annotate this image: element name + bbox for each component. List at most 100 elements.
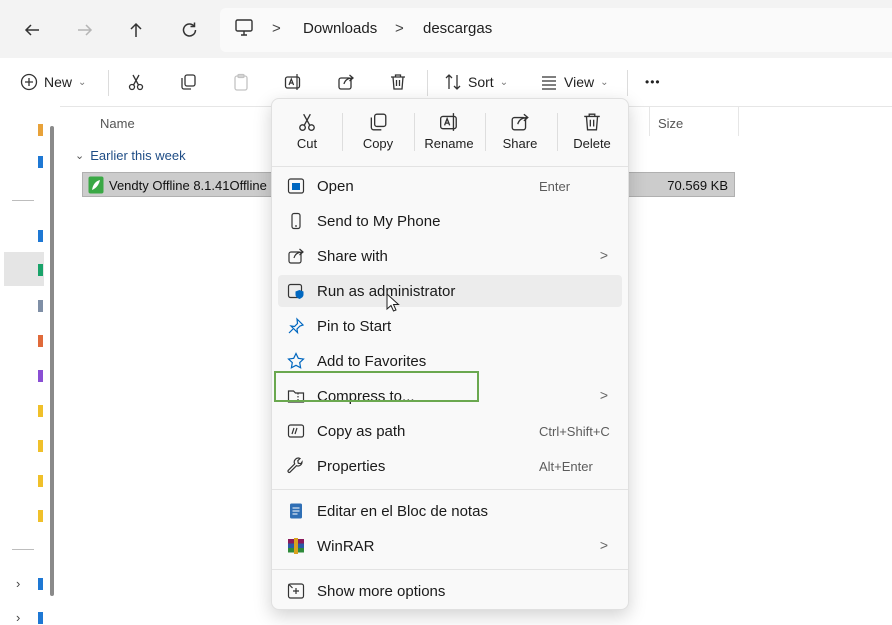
sort-label: Sort: [468, 74, 494, 90]
menu-item-label: Send to My Phone: [317, 213, 441, 230]
address-bar: > Downloads > descargas: [0, 0, 892, 58]
nav-music-icon[interactable]: [38, 370, 43, 382]
nav-thispc-icon[interactable]: [38, 578, 43, 590]
menu-item-share-with[interactable]: Share with >: [278, 240, 622, 272]
breadcrumb-descargas[interactable]: descargas: [423, 20, 492, 37]
quick-action-divider: [342, 113, 343, 151]
wrench-icon: [287, 457, 305, 475]
menu-item-label: Show more options: [317, 583, 446, 600]
share-toolbar-button[interactable]: [337, 71, 355, 93]
toolbar-divider: [108, 70, 109, 96]
context-menu: Cut Copy Rename Share Delete Open Enter …: [271, 98, 629, 610]
paste-toolbar-button[interactable]: [232, 71, 250, 93]
menu-item-properties[interactable]: Properties Alt+Enter: [278, 450, 622, 482]
forward-arrow-icon[interactable]: [72, 17, 98, 43]
nav-gallery-icon[interactable]: [38, 156, 43, 168]
scissors-icon: [128, 74, 144, 91]
file-size: 70.569 KB: [667, 178, 728, 193]
column-header-size[interactable]: Size: [658, 116, 683, 131]
share-label: Share: [502, 136, 538, 151]
nav-desktop-icon[interactable]: [38, 230, 43, 242]
nav-divider: [12, 549, 34, 550]
menu-item-pin-to-start[interactable]: Pin to Start: [278, 310, 622, 342]
view-button[interactable]: View ⌄: [540, 71, 608, 93]
menu-separator: [272, 166, 628, 167]
menu-item-shortcut: Alt+Enter: [539, 459, 593, 474]
menu-item-shortcut: Ctrl+Shift+C: [539, 424, 610, 439]
cut-button[interactable]: Cut: [274, 109, 340, 161]
winrar-icon: [287, 537, 305, 555]
rename-toolbar-button[interactable]: [284, 71, 302, 93]
trash-icon: [584, 113, 600, 131]
nav-scrollbar[interactable]: [50, 126, 54, 596]
computer-icon: [234, 19, 254, 37]
notepad-icon: [287, 502, 305, 520]
star-icon: [287, 352, 305, 370]
highlight-box: [274, 371, 479, 402]
mouse-cursor-icon: [386, 293, 400, 313]
address-field[interactable]: > Downloads > descargas: [220, 8, 892, 52]
quick-action-divider: [557, 113, 558, 151]
menu-item-open[interactable]: Open Enter: [278, 170, 622, 202]
menu-item-send-to-phone[interactable]: Send to My Phone: [278, 205, 622, 237]
phone-icon: [287, 212, 305, 230]
copy-icon: [181, 74, 196, 90]
copy-label: Copy: [362, 136, 394, 151]
shield-icon: [287, 282, 305, 300]
cut-toolbar-button[interactable]: [127, 71, 145, 93]
cut-label: Cut: [296, 136, 318, 151]
open-icon: [287, 177, 305, 195]
delete-button[interactable]: Delete: [559, 109, 625, 161]
new-label: New: [44, 74, 73, 90]
nav-folder-icon[interactable]: [38, 405, 43, 417]
sort-arrows-icon: [445, 74, 461, 90]
column-header-name[interactable]: Name: [100, 116, 135, 131]
back-arrow-icon[interactable]: [19, 17, 45, 43]
file-name: Vendty Offline 8.1.41Offline: [109, 178, 267, 193]
menu-item-run-as-admin[interactable]: Run as administrator: [278, 275, 622, 307]
refresh-icon[interactable]: [176, 17, 202, 43]
nav-home-icon[interactable]: [38, 124, 43, 136]
menu-item-copy-as-path[interactable]: Copy as path Ctrl+Shift+C: [278, 415, 622, 447]
rename-button[interactable]: Rename: [416, 109, 482, 161]
toolbar-divider: [427, 70, 428, 96]
breadcrumb-separator: >: [395, 20, 404, 37]
menu-item-winrar[interactable]: WinRAR >: [278, 530, 622, 562]
chevron-right-icon[interactable]: ›: [16, 576, 20, 591]
up-arrow-icon[interactable]: [123, 17, 149, 43]
menu-item-label: Open: [317, 178, 354, 195]
scissors-icon: [299, 113, 315, 131]
chevron-right-icon[interactable]: ›: [16, 610, 20, 625]
chevron-right-icon: >: [599, 387, 608, 403]
new-button[interactable]: New ⌄: [20, 71, 86, 93]
menu-item-show-more-options[interactable]: Show more options: [278, 575, 622, 607]
copy-toolbar-button[interactable]: [179, 71, 197, 93]
menu-item-label: Add to Favorites: [317, 353, 427, 370]
chevron-down-icon: ⌄: [75, 150, 85, 162]
share-button[interactable]: Share: [487, 109, 553, 161]
nav-divider: [12, 200, 34, 201]
pin-icon: [287, 317, 305, 335]
nav-folder-icon[interactable]: [38, 475, 43, 487]
menu-item-shortcut: Enter: [539, 179, 571, 194]
clipboard-icon: [234, 73, 248, 91]
nav-folder-icon[interactable]: [38, 440, 43, 452]
menu-item-notepad[interactable]: Editar en el Bloc de notas: [278, 495, 622, 527]
group-header[interactable]: ⌄ Earlier this week: [75, 148, 186, 163]
more-options-button[interactable]: •••: [645, 71, 661, 93]
nav-folder-icon[interactable]: [38, 510, 43, 522]
copy-button[interactable]: Copy: [345, 109, 411, 161]
nav-selected-item[interactable]: [4, 252, 44, 286]
nav-documents-icon[interactable]: [38, 300, 43, 312]
sort-button[interactable]: Sort ⌄: [444, 71, 508, 93]
nav-pictures-icon[interactable]: [38, 335, 43, 347]
nav-network-icon[interactable]: [38, 612, 43, 624]
menu-item-label: Share with: [317, 248, 388, 265]
chevron-down-icon: ⌄: [499, 76, 509, 88]
rename-label: Rename: [424, 136, 474, 151]
view-label: View: [564, 74, 595, 90]
delete-label: Delete: [573, 136, 611, 151]
breadcrumb-downloads[interactable]: Downloads: [303, 20, 377, 37]
delete-toolbar-button[interactable]: [389, 71, 407, 93]
menu-item-label: Editar en el Bloc de notas: [317, 503, 488, 520]
